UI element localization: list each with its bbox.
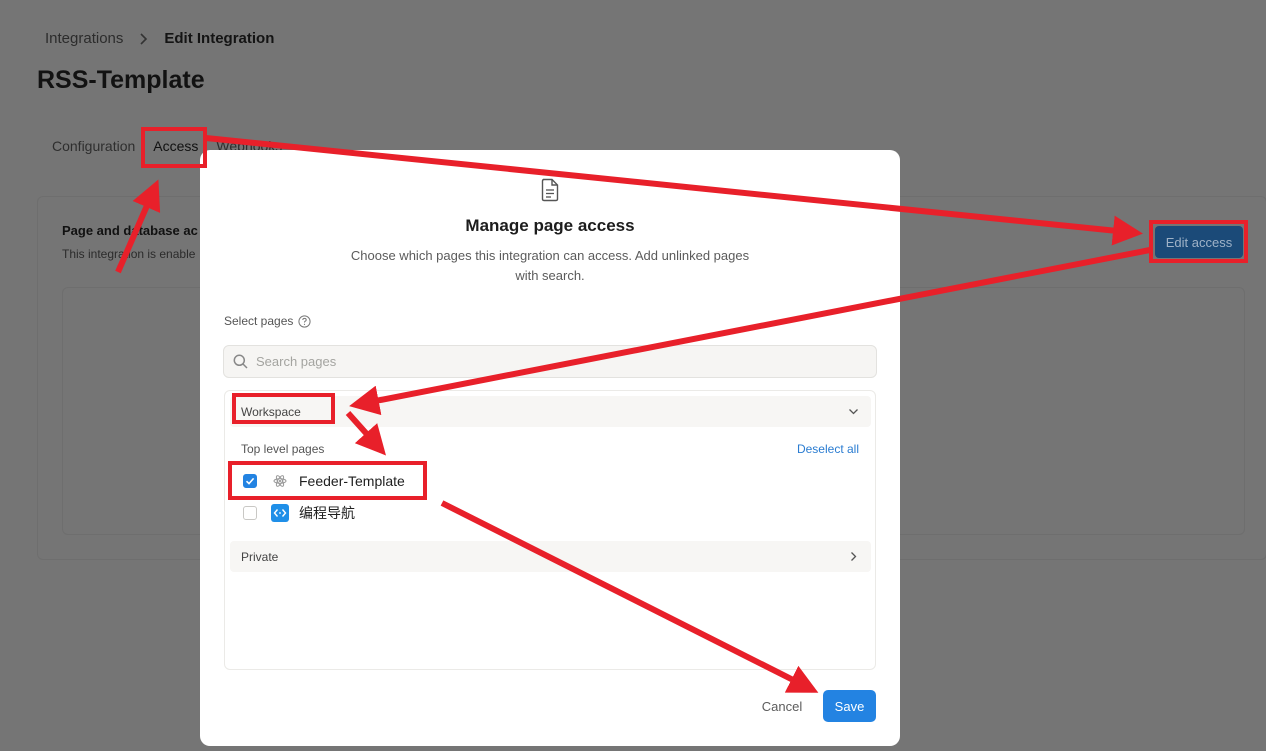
chevron-right-icon (851, 552, 857, 561)
section-description: This integration is enable (62, 247, 196, 261)
top-level-pages-label: Top level pages (241, 442, 325, 456)
code-icon (271, 504, 289, 522)
tab-access[interactable]: Access (153, 136, 198, 158)
chevron-right-icon (140, 32, 148, 45)
workspace-label: Workspace (241, 405, 301, 419)
breadcrumb-current: Edit Integration (164, 30, 275, 47)
edit-access-button[interactable]: Edit access (1155, 226, 1243, 258)
page-row-programming-nav[interactable]: 编程导航 (243, 501, 643, 525)
manage-page-access-dialog: Manage page access Choose which pages th… (200, 150, 900, 746)
private-label: Private (241, 550, 279, 564)
private-group-header[interactable]: Private (230, 541, 871, 572)
search-box (223, 345, 877, 378)
page-checkbox-programming-nav[interactable] (243, 506, 257, 520)
select-pages-label: Select pages (224, 314, 311, 328)
select-pages-text: Select pages (224, 314, 294, 328)
document-icon (541, 178, 559, 202)
page-checkbox-feeder-template[interactable] (243, 474, 257, 488)
search-pages-input[interactable] (256, 354, 856, 369)
save-button[interactable]: Save (823, 690, 876, 722)
tab-configuration[interactable]: Configuration (52, 136, 135, 158)
pages-list-panel: Workspace Top level pages Deselect all F… (224, 390, 876, 670)
section-title: Page and database ac (62, 223, 198, 238)
page-name: Feeder-Template (299, 473, 405, 489)
page-title: RSS-Template (37, 66, 205, 94)
cancel-button[interactable]: Cancel (752, 692, 812, 720)
checkmark-icon (245, 477, 255, 485)
page-row-feeder-template[interactable]: Feeder-Template (243, 469, 643, 493)
page-name: 编程导航 (299, 505, 355, 521)
breadcrumb: Integrations Edit Integration (45, 30, 274, 47)
workspace-group-header[interactable]: Workspace (230, 396, 871, 427)
chevron-down-icon (849, 409, 858, 415)
modal-description: Choose which pages this integration can … (350, 248, 750, 283)
deselect-all-link[interactable]: Deselect all (797, 442, 859, 456)
help-icon[interactable] (298, 314, 311, 328)
search-icon (233, 354, 248, 369)
modal-title: Manage page access (465, 216, 635, 235)
atom-icon (271, 472, 289, 490)
breadcrumb-integrations-link[interactable]: Integrations (45, 30, 123, 47)
